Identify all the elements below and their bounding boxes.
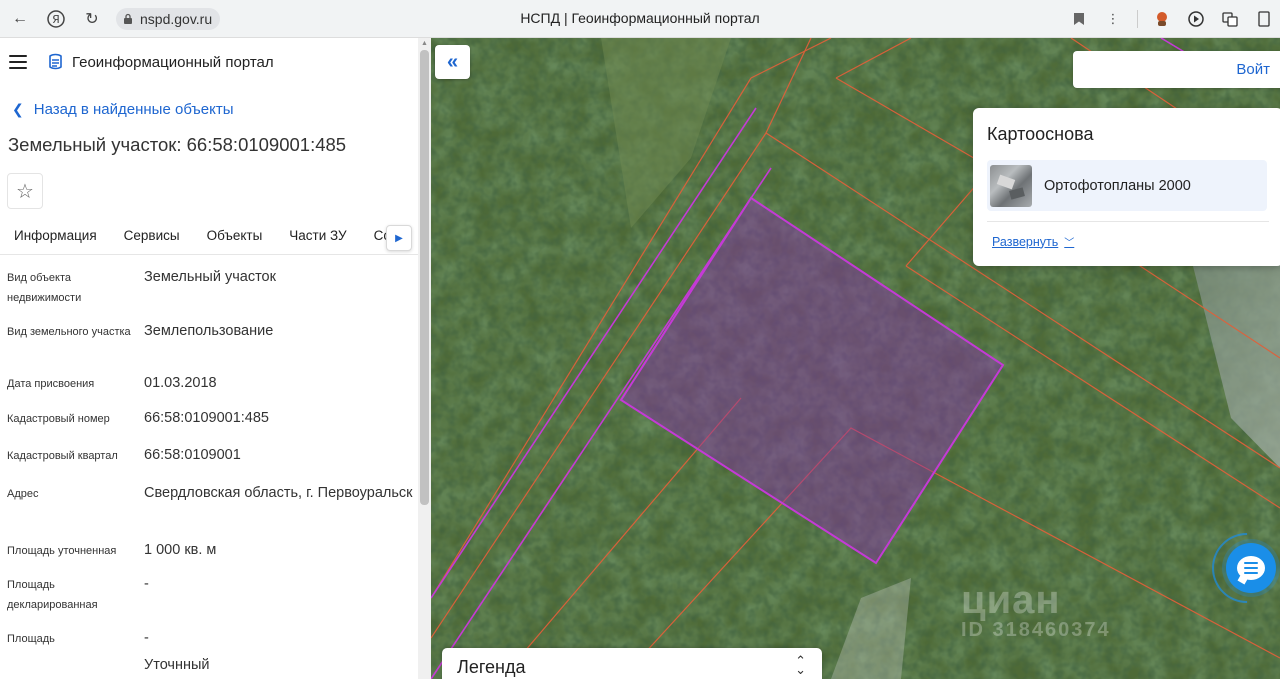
- back-link-label: Назад в найденные объекты: [33, 100, 234, 118]
- svg-text:Я: Я: [52, 13, 60, 26]
- watermark: циан ID 318460374: [961, 578, 1111, 642]
- info-row-value: Земельный участок: [144, 269, 276, 285]
- translate-icon[interactable]: [1220, 9, 1240, 29]
- favorite-button[interactable]: ☆: [7, 173, 43, 209]
- star-icon: ☆: [16, 180, 34, 203]
- tabs-scroll-right-button[interactable]: ▶: [386, 225, 412, 251]
- info-row: Кадастровый квартал 66:58:0109001: [0, 445, 418, 483]
- info-row-value: Землепользование: [144, 323, 274, 339]
- extension-icon[interactable]: [1152, 9, 1172, 29]
- address-bar[interactable]: nspd.gov.ru: [116, 7, 221, 30]
- info-row-label: Кадастровый квартал: [7, 450, 118, 462]
- info-row-label: Кадастровый номер: [7, 413, 110, 425]
- login-button[interactable]: Войт: [1073, 51, 1280, 88]
- more-icon[interactable]: ⋮: [1103, 9, 1123, 29]
- info-row: Кадастровый номер 66:58:0109001:485: [0, 408, 418, 445]
- info-row-value: Свердловская область, г. Первоуральск: [144, 485, 413, 501]
- info-row: Дата присвоения 01.03.2018: [0, 373, 418, 408]
- back-to-results-link[interactable]: ❮ Назад в найденные объекты: [0, 98, 418, 120]
- info-row-label: Площадь: [7, 633, 55, 645]
- tab-title: НСПД | Геоинформационный портал: [520, 10, 760, 26]
- tab-services[interactable]: Сервисы: [116, 217, 188, 254]
- chat-button[interactable]: [1197, 518, 1280, 618]
- orthophoto-thumbnail: [990, 164, 1032, 207]
- tab-information[interactable]: Информация: [6, 217, 105, 254]
- object-info-panel: Геоинформационный портал ❮ Назад в найде…: [0, 38, 418, 679]
- info-row-value: 01.03.2018: [144, 375, 217, 391]
- toolbar-divider: [1137, 10, 1138, 28]
- browser-toolbar: ← Я ↻ nspd.gov.ru НСПД | Геоинформационн…: [0, 0, 1280, 38]
- info-row: Вид земельного участка Землепользование: [0, 321, 418, 373]
- panel-scrollbar[interactable]: ▲: [418, 38, 431, 679]
- info-tabs: Информация Сервисы Объекты Части ЗУ Сост…: [0, 217, 418, 255]
- yandex-icon[interactable]: Я: [46, 9, 66, 29]
- chat-icon: [1237, 556, 1265, 580]
- info-row-value: 1 000 кв. м: [144, 542, 217, 558]
- info-rows: Вид объекта недвижимости Земельный участ…: [0, 255, 418, 679]
- basemap-panel: Картооснова Ортофотопланы 2000 Развернут…: [973, 108, 1280, 266]
- basemap-layer-label: Ортофотопланы 2000: [1044, 177, 1191, 194]
- info-row-label: Адрес: [7, 488, 39, 500]
- panel-header: Геоинформационный портал: [0, 38, 418, 86]
- info-row: Площадь -: [0, 628, 418, 655]
- map-view[interactable]: « Войт Картооснова Ортофотопланы 2000 Ра…: [431, 38, 1280, 679]
- page-title: Земельный участок: 66:58:0109001:485: [8, 134, 347, 155]
- media-icon[interactable]: [1186, 9, 1206, 29]
- legend-panel[interactable]: Легенда ⌃ ⌄: [442, 648, 822, 679]
- info-row-label: Вид объекта недвижимости: [7, 272, 82, 304]
- basemap-layer-item[interactable]: Ортофотопланы 2000: [987, 160, 1267, 211]
- info-row-value: Уточнный: [144, 657, 210, 673]
- info-row: Площадь уточненная 1 000 кв. м: [0, 540, 418, 574]
- scrollbar-thumb[interactable]: [420, 50, 429, 505]
- back-arrow-icon[interactable]: ←: [10, 9, 30, 29]
- tab-objects[interactable]: Объекты: [199, 217, 271, 254]
- watermark-id: ID 318460374: [961, 619, 1111, 641]
- expand-label: Развернуть: [992, 234, 1059, 249]
- legend-title: Легенда: [457, 657, 526, 677]
- info-row-value: -: [144, 630, 149, 646]
- login-button-label: Войт: [1236, 61, 1270, 78]
- chevron-left-icon: ❮: [12, 100, 24, 117]
- chevron-down-icon: ﹀: [1064, 238, 1075, 249]
- info-row: Площадь декларированная -: [0, 574, 418, 628]
- tab-parts[interactable]: Части ЗУ: [281, 217, 354, 254]
- info-row-label: Площадь уточненная: [7, 545, 117, 557]
- scroll-up-icon[interactable]: ▲: [421, 40, 428, 47]
- info-row-label: [7, 655, 144, 679]
- info-row-label: Вид земельного участка: [7, 326, 131, 338]
- info-row-label: Дата присвоения: [7, 378, 95, 390]
- info-row: Адрес Свердловская область, г. Первоурал…: [0, 483, 418, 540]
- info-row-value: 66:58:0109001:485: [144, 410, 269, 426]
- portal-logo-icon: [49, 53, 62, 70]
- lock-icon: [122, 13, 134, 25]
- basemap-divider: [987, 221, 1269, 222]
- menu-icon[interactable]: [9, 55, 27, 69]
- double-chevron-left-icon: «: [446, 50, 459, 73]
- bookmark-icon[interactable]: [1069, 9, 1089, 29]
- info-row: Вид объекта недвижимости Земельный участ…: [0, 267, 418, 321]
- app-title: Геоинформационный портал: [72, 53, 274, 71]
- caret-right-icon: ▶: [395, 232, 403, 244]
- url-text: nspd.gov.ru: [140, 10, 213, 27]
- info-row-label: Площадь декларированная: [7, 579, 98, 611]
- expand-collapse-icon[interactable]: ⌃ ⌄: [795, 654, 806, 676]
- watermark-text: циан: [961, 578, 1061, 622]
- info-row: Уточнный: [0, 655, 418, 679]
- collapse-panel-button[interactable]: «: [435, 45, 470, 79]
- basemap-title: Картооснова: [987, 124, 1094, 144]
- info-row-value: -: [144, 576, 149, 592]
- sidebar-icon[interactable]: [1254, 9, 1274, 29]
- expand-basemap-link[interactable]: Развернуть ﹀: [992, 234, 1075, 250]
- reload-icon[interactable]: ↻: [82, 9, 102, 29]
- info-row-value: 66:58:0109001: [144, 447, 241, 463]
